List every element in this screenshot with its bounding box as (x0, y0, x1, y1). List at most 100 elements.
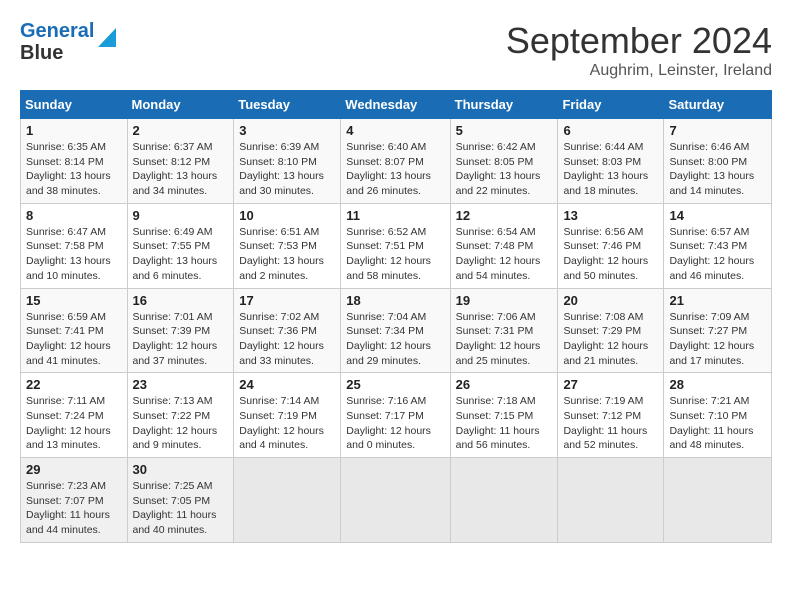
calendar-day-9: 9Sunrise: 6:49 AM Sunset: 7:55 PM Daylig… (127, 203, 234, 288)
weekday-header-tuesday: Tuesday (234, 91, 341, 119)
day-number: 4 (346, 123, 444, 138)
day-number: 6 (563, 123, 658, 138)
day-info: Sunrise: 6:47 AM Sunset: 7:58 PM Dayligh… (26, 225, 122, 284)
page-header: GeneralBlue September 2024 Aughrim, Lein… (20, 20, 772, 80)
calendar-day-7: 7Sunrise: 6:46 AM Sunset: 8:00 PM Daylig… (664, 119, 772, 204)
day-number: 15 (26, 293, 122, 308)
day-info: Sunrise: 6:42 AM Sunset: 8:05 PM Dayligh… (456, 140, 553, 199)
day-number: 5 (456, 123, 553, 138)
calendar-day-20: 20 Sunrise: 7:08 AM Sunset: 7:29 PM Dayli… (558, 288, 664, 373)
title-block: September 2024 Aughrim, Leinster, Irelan… (506, 20, 772, 80)
day-number: 21 (669, 293, 766, 308)
weekday-header-wednesday: Wednesday (341, 91, 450, 119)
calendar-day-24: 24 Sunrise: 7:14 AM Sunset: 7:19 PM Dayli… (234, 373, 341, 458)
day-info: Sunrise: 7:13 AM Sunset: 7:22 PM Dayligh… (133, 394, 229, 453)
day-number: 23 (133, 377, 229, 392)
empty-day (558, 458, 664, 543)
calendar-day-18: 18Sunrise: 7:04 AM Sunset: 7:34 PM Dayli… (341, 288, 450, 373)
day-number: 24 (239, 377, 335, 392)
day-number: 17 (239, 293, 335, 308)
empty-day (341, 458, 450, 543)
day-info: Sunrise: 7:06 AM Sunset: 7:31 PM Dayligh… (456, 310, 553, 369)
day-info: Sunrise: 6:37 AM Sunset: 8:12 PM Dayligh… (133, 140, 229, 199)
day-info: Sunrise: 7:23 AM Sunset: 7:07 PM Dayligh… (26, 479, 122, 538)
calendar-day-27: 27Sunrise: 7:19 AM Sunset: 7:12 PM Dayli… (558, 373, 664, 458)
logo: GeneralBlue (20, 20, 116, 64)
calendar-table: SundayMondayTuesdayWednesdayThursdayFrid… (20, 90, 772, 543)
day-number: 20 (563, 293, 658, 308)
calendar-day-6: 6 Sunrise: 6:44 AM Sunset: 8:03 PM Daylig… (558, 119, 664, 204)
day-number: 25 (346, 377, 444, 392)
calendar-day-30: 30 Sunrise: 7:25 AM Sunset: 7:05 PM Dayli… (127, 458, 234, 543)
weekday-header-monday: Monday (127, 91, 234, 119)
day-info: Sunrise: 7:14 AM Sunset: 7:19 PM Dayligh… (239, 394, 335, 453)
weekday-header-friday: Friday (558, 91, 664, 119)
day-info: Sunrise: 7:21 AM Sunset: 7:10 PM Dayligh… (669, 394, 766, 453)
day-number: 28 (669, 377, 766, 392)
day-number: 14 (669, 208, 766, 223)
calendar-day-23: 23 Sunrise: 7:13 AM Sunset: 7:22 PM Dayli… (127, 373, 234, 458)
location-subtitle: Aughrim, Leinster, Ireland (506, 62, 772, 80)
day-number: 30 (133, 462, 229, 477)
day-number: 19 (456, 293, 553, 308)
calendar-day-16: 16 Sunrise: 7:01 AM Sunset: 7:39 PM Dayli… (127, 288, 234, 373)
calendar-day-12: 12Sunrise: 6:54 AM Sunset: 7:48 PM Dayli… (450, 203, 558, 288)
day-info: Sunrise: 6:40 AM Sunset: 8:07 PM Dayligh… (346, 140, 444, 199)
day-info: Sunrise: 7:18 AM Sunset: 7:15 PM Dayligh… (456, 394, 553, 453)
calendar-day-29: 29 Sunrise: 7:23 AM Sunset: 7:07 PM Dayli… (21, 458, 128, 543)
day-number: 26 (456, 377, 553, 392)
day-info: Sunrise: 7:11 AM Sunset: 7:24 PM Dayligh… (26, 394, 122, 453)
day-info: Sunrise: 7:02 AM Sunset: 7:36 PM Dayligh… (239, 310, 335, 369)
logo-text: GeneralBlue (20, 20, 94, 64)
day-info: Sunrise: 6:59 AM Sunset: 7:41 PM Dayligh… (26, 310, 122, 369)
calendar-day-19: 19 Sunrise: 7:06 AM Sunset: 7:31 PM Dayli… (450, 288, 558, 373)
day-info: Sunrise: 7:08 AM Sunset: 7:29 PM Dayligh… (563, 310, 658, 369)
day-info: Sunrise: 6:39 AM Sunset: 8:10 PM Dayligh… (239, 140, 335, 199)
empty-day (234, 458, 341, 543)
calendar-day-13: 13Sunrise: 6:56 AM Sunset: 7:46 PM Dayli… (558, 203, 664, 288)
calendar-day-5: 5 Sunrise: 6:42 AM Sunset: 8:05 PM Daylig… (450, 119, 558, 204)
day-info: Sunrise: 7:01 AM Sunset: 7:39 PM Dayligh… (133, 310, 229, 369)
calendar-day-14: 14 Sunrise: 6:57 AM Sunset: 7:43 PM Dayli… (664, 203, 772, 288)
day-info: Sunrise: 6:57 AM Sunset: 7:43 PM Dayligh… (669, 225, 766, 284)
weekday-header-saturday: Saturday (664, 91, 772, 119)
day-number: 22 (26, 377, 122, 392)
calendar-week-2: 8 Sunrise: 6:47 AM Sunset: 7:58 PM Daylig… (21, 203, 772, 288)
empty-day (450, 458, 558, 543)
calendar-day-25: 25 Sunrise: 7:16 AM Sunset: 7:17 PM Dayli… (341, 373, 450, 458)
day-number: 18 (346, 293, 444, 308)
day-info: Sunrise: 7:09 AM Sunset: 7:27 PM Dayligh… (669, 310, 766, 369)
day-info: Sunrise: 6:51 AM Sunset: 7:53 PM Dayligh… (239, 225, 335, 284)
day-number: 1 (26, 123, 122, 138)
day-info: Sunrise: 7:16 AM Sunset: 7:17 PM Dayligh… (346, 394, 444, 453)
day-number: 3 (239, 123, 335, 138)
day-number: 7 (669, 123, 766, 138)
day-info: Sunrise: 6:56 AM Sunset: 7:46 PM Dayligh… (563, 225, 658, 284)
day-number: 16 (133, 293, 229, 308)
day-info: Sunrise: 7:25 AM Sunset: 7:05 PM Dayligh… (133, 479, 229, 538)
month-title: September 2024 (506, 20, 772, 62)
day-info: Sunrise: 6:44 AM Sunset: 8:03 PM Dayligh… (563, 140, 658, 199)
calendar-day-11: 11Sunrise: 6:52 AM Sunset: 7:51 PM Dayli… (341, 203, 450, 288)
day-info: Sunrise: 6:35 AM Sunset: 8:14 PM Dayligh… (26, 140, 122, 199)
calendar-day-22: 22 Sunrise: 7:11 AM Sunset: 7:24 PM Dayli… (21, 373, 128, 458)
calendar-day-2: 2 Sunrise: 6:37 AM Sunset: 8:12 PM Daylig… (127, 119, 234, 204)
day-number: 8 (26, 208, 122, 223)
calendar-day-3: 3 Sunrise: 6:39 AM Sunset: 8:10 PM Daylig… (234, 119, 341, 204)
day-number: 10 (239, 208, 335, 223)
empty-day (664, 458, 772, 543)
day-number: 2 (133, 123, 229, 138)
day-number: 11 (346, 208, 444, 223)
day-number: 12 (456, 208, 553, 223)
day-number: 29 (26, 462, 122, 477)
weekday-header-thursday: Thursday (450, 91, 558, 119)
calendar-day-28: 28 Sunrise: 7:21 AM Sunset: 7:10 PM Dayli… (664, 373, 772, 458)
logo-icon (98, 23, 116, 47)
calendar-week-3: 15 Sunrise: 6:59 AM Sunset: 7:41 PM Dayli… (21, 288, 772, 373)
calendar-day-1: 1 Sunrise: 6:35 AM Sunset: 8:14 PM Daylig… (21, 119, 128, 204)
calendar-week-1: 1 Sunrise: 6:35 AM Sunset: 8:14 PM Daylig… (21, 119, 772, 204)
day-info: Sunrise: 6:49 AM Sunset: 7:55 PM Dayligh… (133, 225, 229, 284)
calendar-day-21: 21 Sunrise: 7:09 AM Sunset: 7:27 PM Dayli… (664, 288, 772, 373)
calendar-day-17: 17 Sunrise: 7:02 AM Sunset: 7:36 PM Dayli… (234, 288, 341, 373)
calendar-day-4: 4 Sunrise: 6:40 AM Sunset: 8:07 PM Daylig… (341, 119, 450, 204)
